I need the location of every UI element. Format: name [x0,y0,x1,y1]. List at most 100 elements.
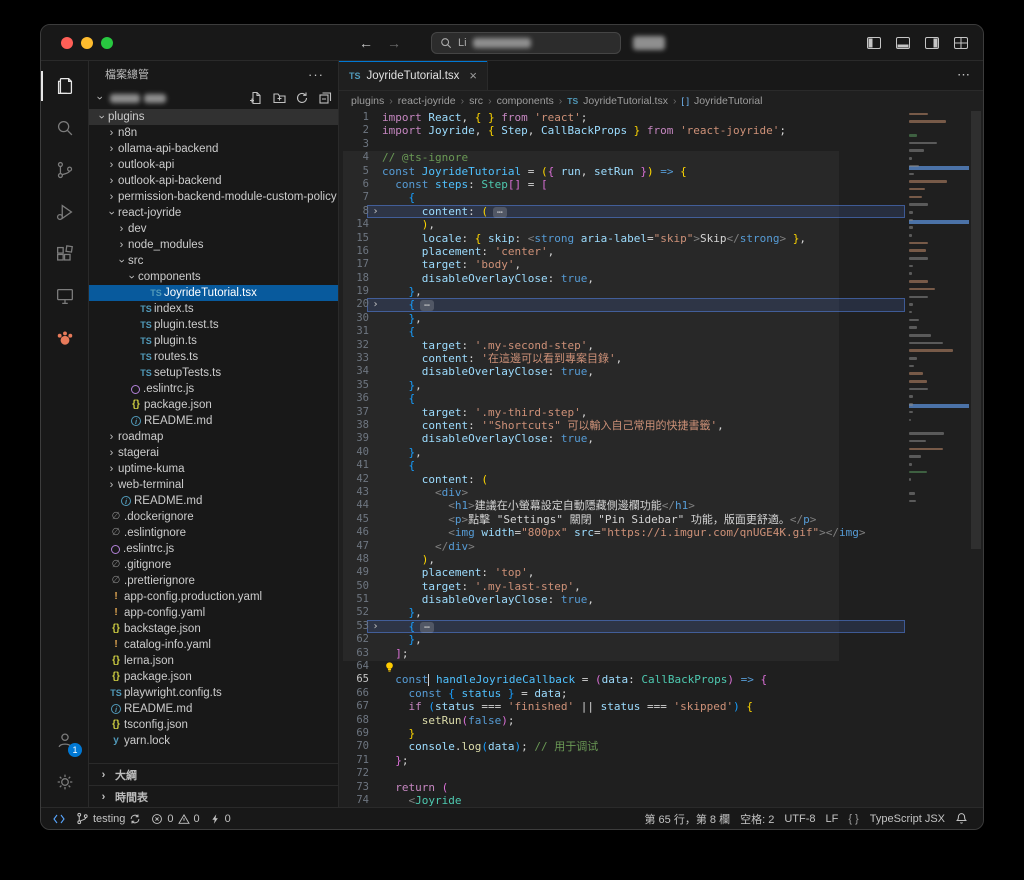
line-number[interactable]: 17 [339,258,369,271]
tree-item[interactable]: ! app-config.production.yaml [89,589,338,605]
line-number[interactable]: 44 [339,499,369,512]
code-line[interactable]: 16 placement: 'center', [339,245,983,258]
folded-code-ellipsis[interactable]: ⋯ [420,621,434,633]
chevron-down-icon[interactable]: › [116,255,128,268]
line-number[interactable]: 50 [339,580,369,593]
code-line[interactable]: 33 content: '在這邊可以看到專案目錄', [339,352,983,365]
explorer-icon[interactable] [41,65,88,107]
code-line[interactable]: 38 content: '"Shortcuts" 可以輸入自己常用的快捷書籤', [339,419,983,432]
fold-expand-icon[interactable]: › [369,298,382,311]
tree-item[interactable]: › plugins [89,109,338,125]
language-mode[interactable]: { } TypeScript JSX [843,808,950,830]
chevron-right-icon[interactable]: › [105,431,118,443]
code-line[interactable]: 41 { [339,459,983,472]
breadcrumb-item[interactable]: components [497,95,554,107]
line-number[interactable]: 66 [339,687,369,700]
code-line[interactable]: 49 placement: 'top', [339,566,983,579]
tree-item[interactable]: › components [89,269,338,285]
ports-status[interactable]: 0 [205,808,236,830]
problems-status[interactable]: 0 0 [146,808,204,830]
cursor-position[interactable]: 第 65 行，第 8 欄 [640,808,736,830]
lightbulb-icon[interactable] [384,660,395,673]
tree-item[interactable]: › ollama-api-backend [89,141,338,157]
line-number[interactable]: 8 [339,205,369,218]
code-line[interactable]: 64 [339,660,983,673]
toggle-secondary-sidebar-icon[interactable] [924,35,940,51]
code-line[interactable]: 48 ), [339,553,983,566]
workspace-section-header[interactable]: › [89,87,338,109]
eol-status[interactable]: LF [820,808,843,830]
tree-item[interactable]: › uptime-kuma [89,461,338,477]
line-number[interactable]: 4 [339,151,369,164]
indentation-status[interactable]: 空格: 2 [735,808,779,830]
chevron-right-icon[interactable]: › [105,127,118,139]
chevron-right-icon[interactable]: › [105,479,118,491]
tree-item[interactable]: › dev [89,221,338,237]
chevron-right-icon[interactable]: › [105,143,118,155]
tree-item[interactable]: y yarn.lock [89,733,338,749]
line-number[interactable]: 30 [339,312,369,325]
tree-item[interactable]: › src [89,253,338,269]
maximize-window-button[interactable] [101,37,113,49]
code-line[interactable]: 31 { [339,325,983,338]
encoding-status[interactable]: UTF-8 [779,808,820,830]
code-line[interactable]: 70 console.log(data); // 用于调试 [339,740,983,753]
git-branch-status[interactable]: testing [71,808,146,830]
chevron-right-icon[interactable]: › [105,175,118,187]
chevron-down-icon[interactable]: › [96,111,108,124]
explorer-more-actions-icon[interactable]: ··· [308,67,324,82]
code-line[interactable]: 3 [339,138,983,151]
close-window-button[interactable] [61,37,73,49]
line-number[interactable]: 19 [339,285,369,298]
chevron-right-icon[interactable]: › [105,191,118,203]
tree-item[interactable]: › outlook-api [89,157,338,173]
tree-item[interactable]: › roadmap [89,429,338,445]
code-line[interactable]: 73 return ( [339,781,983,794]
line-number[interactable]: 45 [339,513,369,526]
line-number[interactable]: 62 [339,633,369,646]
tree-item[interactable]: ! app-config.yaml [89,605,338,621]
line-number[interactable]: 36 [339,392,369,405]
code-line[interactable]: 40 }, [339,446,983,459]
code-line[interactable]: 18 disableOverlayClose: true, [339,272,983,285]
tree-item[interactable]: ∅ .eslintignore [89,525,338,541]
code-line[interactable]: 17 target: 'body', [339,258,983,271]
tree-item[interactable]: › node_modules [89,237,338,253]
close-tab-icon[interactable]: × [469,68,477,83]
tree-item[interactable]: › outlook-api-backend [89,173,338,189]
code-line[interactable]: 44 <h1>建議在小螢幕設定自動隱藏側邊欄功能</h1> [339,499,983,512]
line-number[interactable]: 5 [339,165,369,178]
paw-extension-icon[interactable] [41,317,88,359]
code-line[interactable]: 15 locale: { skip: <strong aria-label="s… [339,232,983,245]
tree-item[interactable]: {} package.json [89,397,338,413]
line-number[interactable]: 43 [339,486,369,499]
tree-item[interactable]: i README.md [89,701,338,717]
line-number[interactable]: 47 [339,540,369,553]
code-line[interactable]: 32 target: '.my-second-step', [339,339,983,352]
refresh-icon[interactable] [295,91,309,105]
line-number[interactable]: 68 [339,714,369,727]
code-line[interactable]: 4 // @ts-ignore [339,151,983,164]
line-number[interactable]: 74 [339,794,369,807]
settings-gear-icon[interactable] [41,761,88,803]
line-number[interactable]: 15 [339,232,369,245]
line-number[interactable]: 38 [339,419,369,432]
toggle-primary-sidebar-icon[interactable] [866,35,882,51]
line-number[interactable]: 40 [339,446,369,459]
breadcrumb-item[interactable]: plugins [351,95,384,107]
line-number[interactable]: 34 [339,365,369,378]
tree-item[interactable]: {} tsconfig.json [89,717,338,733]
breadcrumb-item[interactable]: JoyrideTutorial.tsx [583,95,668,107]
code-line[interactable]: 37 target: '.my-third-step', [339,406,983,419]
line-number[interactable]: 1 [339,111,369,124]
line-number[interactable]: 72 [339,767,369,780]
line-number[interactable]: 32 [339,339,369,352]
chevron-right-icon[interactable]: › [105,159,118,171]
tree-item[interactable]: › stagerai [89,445,338,461]
line-number[interactable]: 41 [339,459,369,472]
code-line[interactable]: 39 disableOverlayClose: true, [339,432,983,445]
code-line[interactable]: 74 <Joyride [339,794,983,807]
code-line[interactable]: 51 disableOverlayClose: true, [339,593,983,606]
code-line[interactable]: 47 </div> [339,540,983,553]
tree-item[interactable]: ∅ .dockerignore [89,509,338,525]
